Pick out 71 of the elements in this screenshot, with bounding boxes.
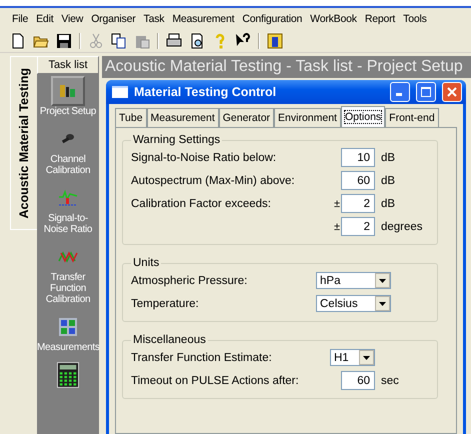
menu-item[interactable]: Edit [32,13,58,25]
menu-item[interactable]: Report [360,13,400,25]
save-icon[interactable] [56,33,72,49]
task-list-header[interactable]: Task list [37,56,99,74]
dropdown[interactable]: hPa [316,272,391,289]
paste-icon[interactable] [134,33,150,49]
microphone-icon [60,132,76,146]
new-file-icon[interactable] [10,33,26,49]
group-title: Units [132,257,160,269]
number-field[interactable]: 10 [341,148,375,167]
panel-title: Acoustic Material Testing - Task list - Project Setup [102,56,471,78]
number-field[interactable]: 2 [341,217,375,236]
group-title: Warning Settings [132,134,222,146]
plus-minus-sign: ± [334,198,340,210]
menu-item[interactable]: Measurement [168,13,238,25]
unit-label: dB [380,174,396,186]
calculator-icon [57,362,79,388]
task-label: Signal-to-Noise Ratio [42,213,94,235]
field-label: Autospectrum (Max-Min) above: [131,174,296,186]
printer-icon[interactable] [166,33,182,49]
field-label: Calibration Factor exceeds: [131,198,272,210]
field-label: Signal-to-Noise Ratio below: [131,152,278,164]
vertical-tab[interactable]: Acoustic Material Testing [10,56,37,230]
task-label: Transfer Function Calibration [44,272,92,305]
print-preview-icon[interactable] [189,33,205,49]
menu-item[interactable]: Task [140,13,168,25]
field-label: Timeout on PULSE Actions after: [131,374,300,386]
number-field[interactable]: 60 [341,371,375,390]
field-label: Atmospheric Pressure: [131,274,248,286]
caret-icon [379,278,386,282]
number-field[interactable]: 60 [341,171,375,190]
close-button[interactable] [442,82,462,102]
number-field[interactable]: 2 [341,194,375,213]
caret-icon [379,302,386,306]
menu-item[interactable]: View [57,13,88,25]
menu-item[interactable]: Organiser [87,13,140,25]
dropdown[interactable]: H1 [330,349,375,366]
task-button[interactable] [51,76,85,106]
group-title: Miscellaneous [132,334,207,346]
tab[interactable]: Environment [274,108,341,127]
task-label: Channel Calibration [44,154,92,176]
field-label: Transfer Function Estimate: [131,352,273,364]
task-label: Project Setup [38,106,98,117]
minimize-button[interactable] [390,82,410,102]
maximize-button[interactable] [416,82,436,102]
menu-item[interactable]: Tools [399,13,431,25]
tab[interactable]: Generator [218,108,274,127]
field-label: Temperature: [131,298,200,310]
tools-icon [59,83,77,99]
signal-graph-icon [58,189,78,207]
plus-minus-sign: ± [334,220,340,232]
task-label: Measurements [37,342,99,353]
dialog-title: Material Testing Control [134,85,278,99]
unit-label: dB [380,198,396,210]
menu-item[interactable]: File [8,13,32,25]
tab[interactable]: Tube [115,108,147,127]
tab[interactable]: Measurement [146,108,219,127]
menu-item[interactable]: WorkBook [306,13,361,25]
maximize-icon [421,87,431,97]
tab[interactable]: Options [340,106,386,127]
tab[interactable]: Front-end [385,108,439,127]
unit-label: sec [380,374,400,386]
unit-label: degrees [380,220,424,232]
unit-label: dB [380,152,396,164]
dropdown[interactable]: Celsius [316,295,391,312]
close-icon [447,87,457,97]
window-icon [112,86,128,98]
caret-icon [363,356,370,360]
waveform-icon [58,251,78,263]
menu-item[interactable]: Configuration [238,13,306,25]
copy-icon[interactable] [111,33,127,49]
